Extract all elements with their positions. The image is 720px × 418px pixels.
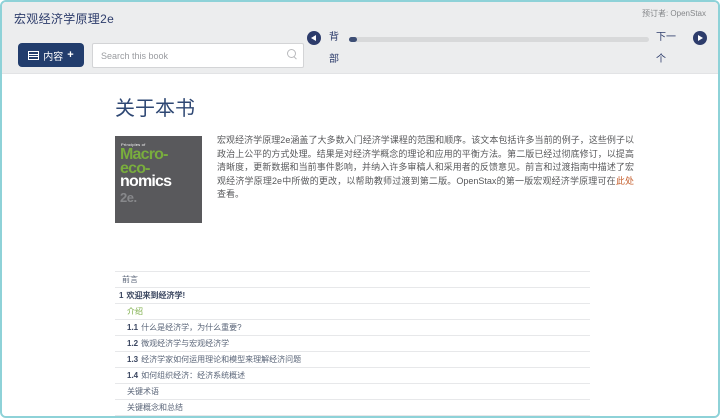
toc-item-label: 经济学家如何运用理论和模型来理解经济问题 [141, 355, 301, 364]
contents-button-label: 内容 [43, 48, 63, 63]
toc-item[interactable]: 前言 [115, 272, 590, 288]
toc-item-label: 前言 [122, 275, 138, 284]
toc-item-number: 1.2 [127, 339, 138, 348]
toc-item[interactable]: 介绍 [115, 304, 590, 320]
about-paragraph: 宏观经济学原理2e涵盖了大多数入门经济学课程的范围和顺序。该文本包括许多当前的例… [217, 134, 634, 223]
toc-item[interactable]: 关键概念和总结 [115, 400, 590, 416]
toc-item[interactable]: 1.2微观经济学与宏观经济学 [115, 336, 590, 352]
toc-item-label: 介绍 [127, 307, 143, 316]
first-edition-link[interactable]: 此处 [616, 176, 634, 186]
about-text-after: 查看。 [217, 189, 244, 199]
toc-item-label: 什么是经济学，为什么重要? [141, 323, 241, 332]
back-button[interactable] [307, 31, 321, 45]
publisher-label: 预订者: OpenStax [642, 8, 706, 19]
reading-progress-fill [349, 37, 357, 42]
toc-list: 前言1欢迎来到经济学!介绍1.1什么是经济学，为什么重要?1.2微观经济学与宏观… [115, 271, 590, 418]
toc-item[interactable]: 1.4如何组织经济：经济系统概述 [115, 368, 590, 384]
toc-item[interactable]: 1.3经济学家如何运用理论和模型来理解经济问题 [115, 352, 590, 368]
toc-item-number: 1.3 [127, 355, 138, 364]
cover-edition-label: 2e. [120, 190, 202, 205]
contents-button[interactable]: 内容 + [18, 43, 84, 67]
book-cover-image: Principles of Macro- eco- nomics 2e. [115, 136, 202, 223]
toc-item-label: 微观经济学与宏观经济学 [141, 339, 229, 348]
toc-item[interactable]: 1.1什么是经济学，为什么重要? [115, 320, 590, 336]
about-section: Principles of Macro- eco- nomics 2e. 宏观经… [115, 136, 634, 223]
toc-item[interactable]: 关键术语 [115, 384, 590, 400]
about-text-before: 宏观经济学原理2e涵盖了大多数入门经济学课程的范围和顺序。该文本包括许多当前的例… [217, 135, 634, 186]
toc-item-number: 1 [119, 291, 123, 300]
back-label[interactable]: 背部 [329, 27, 341, 71]
toc-item-label: 如何组织经济：经济系统概述 [141, 371, 245, 380]
back-arrow-icon [311, 35, 316, 41]
main-content: 关于本书 Principles of Macro- eco- nomics 2e… [2, 74, 718, 418]
next-label[interactable]: 下一个 [656, 27, 678, 71]
book-title: 宏观经济学原理2e [14, 10, 114, 27]
toc-item-label: 关键术语 [127, 387, 159, 396]
toc-item-number: 1.1 [127, 323, 138, 332]
reader-window: 宏观经济学原理2e 预订者: OpenStax 背部 下一个 内容 + 关于本书… [0, 0, 720, 418]
next-arrow-icon [698, 35, 703, 41]
cover-title-line3: nomics [120, 175, 202, 189]
toc-item-label: 欢迎来到经济学! [126, 291, 185, 300]
page-title: 关于本书 [115, 92, 718, 121]
reading-progress-bar[interactable] [349, 37, 649, 42]
search-input[interactable] [92, 43, 304, 68]
header: 宏观经济学原理2e 预订者: OpenStax 背部 下一个 内容 + [2, 2, 718, 74]
search-icon[interactable] [287, 49, 296, 58]
toc-item-number: 1.4 [127, 371, 138, 380]
toc-item-label: 关键概念和总结 [127, 403, 183, 412]
next-button[interactable] [693, 31, 707, 45]
contents-list-icon [28, 51, 39, 60]
search-container [92, 43, 304, 68]
toc-item[interactable]: 1欢迎来到经济学! [115, 288, 590, 304]
plus-icon: + [67, 49, 73, 61]
